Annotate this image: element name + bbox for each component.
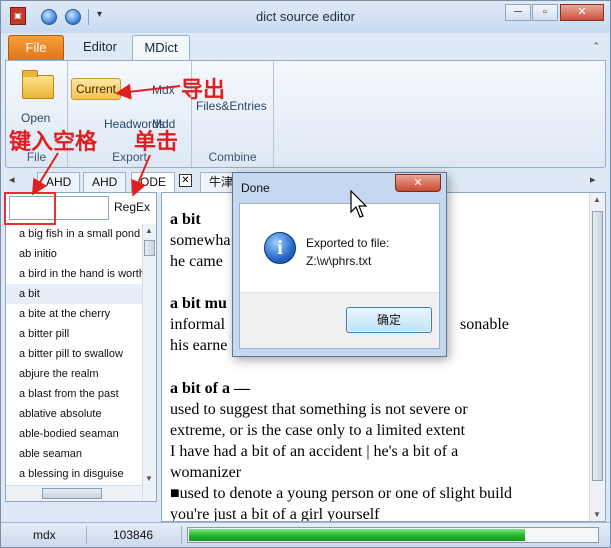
dialog-close-button[interactable]: ✕ (395, 174, 441, 192)
annotation-box-search (4, 192, 56, 225)
scroll-up-icon[interactable]: ▲ (145, 226, 153, 235)
headword-list-item[interactable]: a blessing in disguise (6, 464, 142, 484)
export-mdx-button[interactable]: Mdx (152, 83, 175, 97)
scrollbar-thumb[interactable] (592, 211, 603, 481)
open-folder-icon[interactable] (22, 70, 54, 99)
entry-line: informal (170, 316, 226, 333)
entry-line: extreme, or is the case only to a limite… (170, 422, 466, 439)
scroll-down-icon[interactable]: ▼ (145, 474, 153, 483)
dialog-ok-button[interactable]: 确定 (346, 307, 432, 333)
headword-list-item[interactable]: a bite at the cherry (6, 304, 142, 324)
ribbon-collapse-icon[interactable]: ⌃ (592, 41, 600, 52)
dialog-message-line2: Z:\w\phrs.txt (306, 254, 372, 268)
headword-list-item[interactable]: abjure the realm (6, 364, 142, 384)
scroll-down-icon[interactable]: ▼ (593, 510, 601, 519)
headword-hscrollbar[interactable] (6, 485, 142, 501)
status-bar: mdx 103846 (1, 522, 610, 547)
dialog-footer: 确定 (240, 292, 439, 348)
title-bar: ▣ ▾ dict source editor ─ ▫ ✕ (1, 1, 610, 33)
scrollbar-thumb[interactable] (144, 240, 155, 256)
entry-line: he came (170, 253, 223, 270)
headword-list-item[interactable]: ablative absolute (6, 404, 142, 424)
info-icon: i (264, 232, 296, 264)
doc-tab-ahd-2[interactable]: AHD (83, 172, 127, 192)
done-dialog: Done ✕ i Exported to file: Z:\w\phrs.txt… (232, 172, 447, 357)
progress-bar (187, 527, 599, 543)
entry-line: womanizer (170, 464, 242, 481)
headword-list-item[interactable]: a bird in the hand is worth (6, 264, 142, 284)
tab-scroll-right-icon[interactable]: ▸ (590, 173, 596, 186)
open-button[interactable]: Open (21, 111, 50, 125)
headword-list: a big fish in a small pond ab initio a bir… (6, 224, 142, 501)
entry-line: somewha (170, 232, 231, 249)
definition-scrollbar[interactable]: ▲ ▼ (589, 193, 605, 521)
headword-list-item[interactable]: a bitter pill (6, 324, 142, 344)
headword-list-item[interactable]: able seaman (6, 444, 142, 464)
progress-fill (189, 529, 526, 541)
entry-line: ■used to denote a young person or one of… (170, 485, 513, 502)
entry-headword: a bit mu (170, 295, 227, 312)
close-button[interactable]: ✕ (560, 4, 604, 21)
annotation-export-label: 导出 (181, 78, 226, 103)
dialog-message-line1: Exported to file: (306, 236, 390, 250)
doc-tab-ahd-1[interactable]: AHD (37, 172, 81, 192)
tab-scroll-left-icon[interactable]: ◂ (9, 173, 15, 186)
headword-pane: RegEx a big fish in a small pond ab initi… (5, 192, 157, 502)
close-tab-icon[interactable]: ✕ (179, 174, 192, 187)
entry-line: I have had a bit of an accident | he's a… (170, 443, 459, 460)
regex-button[interactable]: RegEx (114, 200, 150, 214)
status-entry-count: 103846 (113, 528, 154, 542)
mouse-cursor-icon (350, 190, 368, 218)
status-separator (86, 526, 87, 544)
entry-headword: a bit of a — (170, 380, 250, 397)
tab-file[interactable]: File (8, 35, 64, 61)
dialog-body: i Exported to file: Z:\w\phrs.txt 确定 (239, 203, 440, 349)
headword-list-item[interactable]: a blast from the past (6, 384, 142, 404)
hscrollbar-thumb[interactable] (42, 488, 102, 499)
headword-list-item[interactable]: able-bodied seaman (6, 424, 142, 444)
tab-editor[interactable]: Editor (71, 35, 129, 61)
maximize-button[interactable]: ▫ (532, 4, 558, 21)
annotation-type-space-label: 键入空格 (9, 130, 98, 155)
headword-list-item[interactable]: ab initio (6, 244, 142, 264)
entry-line-tail: sonable (460, 316, 509, 333)
tab-mdict[interactable]: MDict (132, 35, 190, 61)
annotation-click-label: 单击 (134, 130, 179, 155)
ribbon-tabs: File Editor MDict ⌃ (1, 33, 610, 61)
export-current-button[interactable]: Current (71, 78, 122, 100)
dialog-title: Done (241, 181, 270, 195)
headword-list-item[interactable]: a bitter pill to swallow (6, 344, 142, 364)
status-mode: mdx (33, 528, 56, 542)
minimize-button[interactable]: ─ (505, 4, 531, 21)
doc-tab-ode[interactable]: ODE (131, 172, 176, 192)
entry-a-bit-of-a: a bit of a — used to suggest that someth… (170, 378, 570, 522)
entry-line: his earne (170, 337, 228, 354)
entry-line: used to suggest that something is not se… (170, 401, 468, 418)
group-label-combine: Combine (208, 150, 257, 164)
headword-list-item[interactable]: a big fish in a small pond (6, 224, 142, 244)
entry-headword: a bit (170, 211, 201, 228)
headword-list-scrollbar[interactable]: ▲ ▼ (142, 224, 156, 501)
scroll-up-icon[interactable]: ▲ (593, 195, 601, 204)
status-separator (181, 526, 182, 544)
entry-line: you're just a bit of a girl yourself (170, 506, 380, 522)
headword-list-item[interactable]: a bit (6, 284, 142, 304)
